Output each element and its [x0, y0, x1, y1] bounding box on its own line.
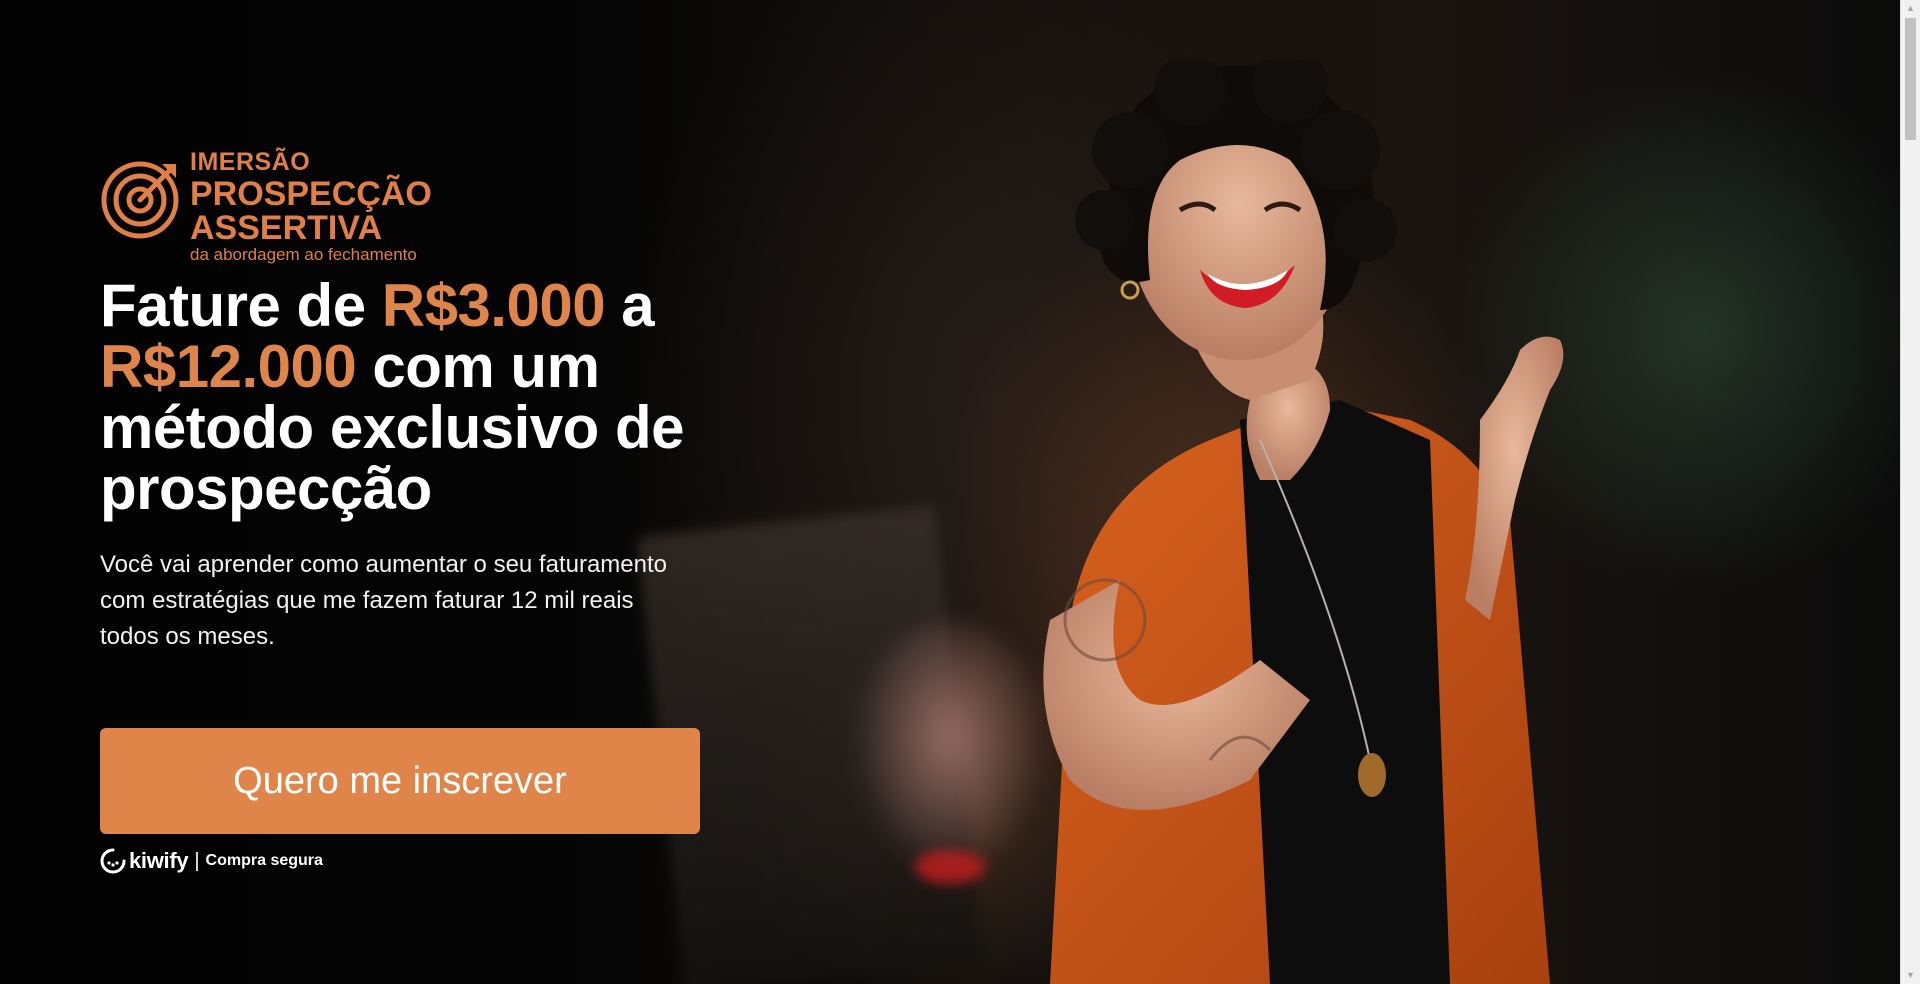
kiwify-wordmark: kiwify	[129, 848, 189, 873]
subscribe-button[interactable]: Quero me inscrever	[100, 728, 700, 834]
hero-subtext: Você vai aprender como aumentar o seu fa…	[100, 551, 667, 650]
secure-purchase-badge: kiwify | Compra segura	[100, 848, 323, 874]
logo-tagline: da abordagem ao fechamento	[190, 245, 417, 264]
hero-content: IMERSÃO PROSPECÇÃO ASSERTIVA da abordage…	[100, 150, 760, 655]
scroll-up-arrow-icon[interactable]: ▲	[1901, 0, 1920, 17]
headline-part-1: Fature de	[100, 272, 382, 339]
headline-amount-2: R$12.000	[100, 333, 357, 400]
kiwify-logo-icon	[100, 848, 126, 874]
logo-line-prospeccao: PROSPECÇÃO	[190, 175, 432, 213]
headline: Fature de R$3.000 a R$12.000 com um méto…	[100, 275, 760, 519]
background-blurred-lips	[915, 850, 985, 884]
badge-separator: |	[194, 849, 200, 872]
logo-line-imersao: IMERSÃO	[190, 148, 311, 176]
headline-part-2: a	[605, 272, 655, 339]
kiwify-logo: kiwify	[100, 848, 189, 874]
target-arrow-icon	[101, 161, 179, 239]
scroll-down-arrow-icon[interactable]: ▼	[1901, 967, 1920, 984]
landing-page: IMERSÃO PROSPECÇÃO ASSERTIVA da abordage…	[0, 0, 1920, 984]
hero-person-image	[1010, 60, 1630, 984]
logo-line-assertiva: ASSERTIVA	[190, 209, 383, 247]
scrollbar-thumb[interactable]	[1905, 18, 1916, 140]
brand-logo: IMERSÃO PROSPECÇÃO ASSERTIVA da abordage…	[100, 150, 760, 263]
secure-purchase-label: Compra segura	[205, 852, 323, 869]
headline-amount-1: R$3.000	[381, 272, 606, 339]
vertical-scrollbar[interactable]: ▲ ▼	[1900, 0, 1920, 984]
logo-wordmark: IMERSÃO PROSPECÇÃO ASSERTIVA da abordage…	[190, 148, 432, 264]
